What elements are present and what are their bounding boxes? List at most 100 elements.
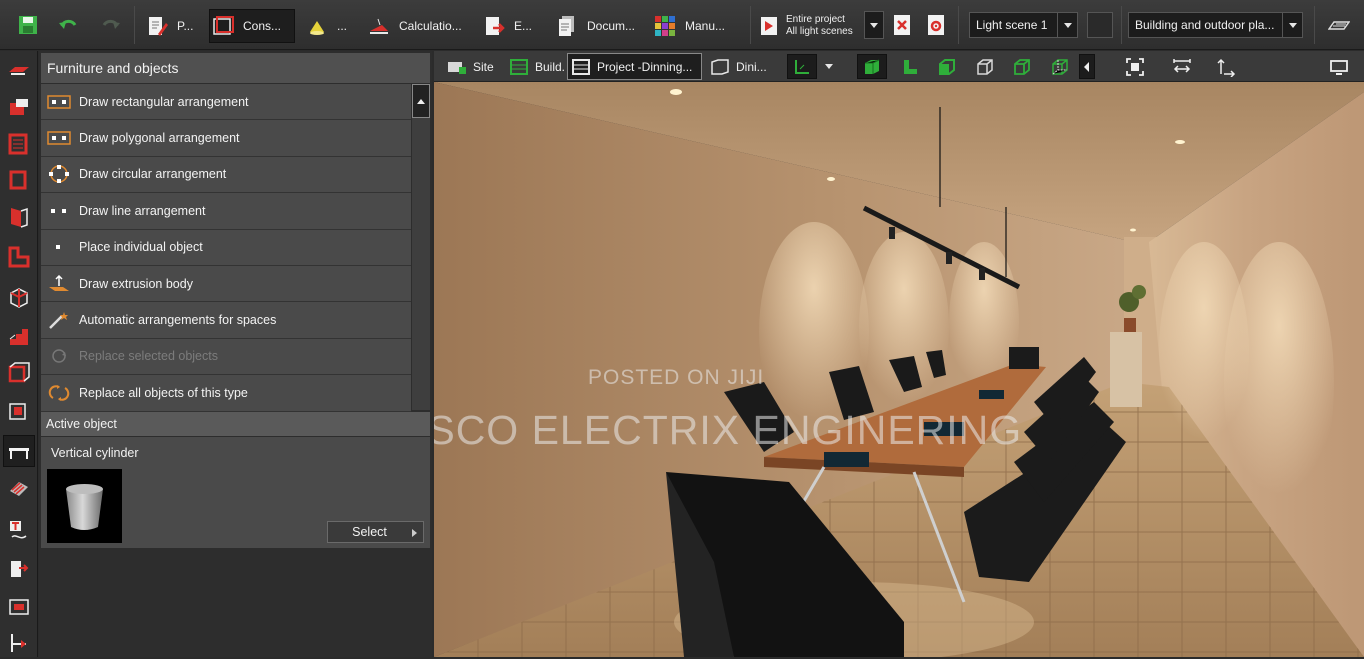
toolbar-construction-button[interactable]: Cons... (209, 9, 295, 43)
menu-place-individual[interactable]: Place individual object (41, 229, 411, 266)
toolbar-project-button[interactable]: P... (144, 9, 204, 43)
tool-ceiling-button[interactable] (3, 164, 35, 196)
toolbar-export-label: E... (514, 19, 533, 33)
tool-insert-button[interactable] (3, 553, 35, 585)
dimension-horizontal-button[interactable] (1167, 54, 1197, 79)
site-icon (448, 61, 466, 74)
zoom-extents-icon (1126, 57, 1144, 76)
tool-measure-button[interactable] (3, 627, 35, 659)
menu-label: Automatic arrangements for spaces (79, 313, 277, 328)
light-scene-value: Light scene 1 (976, 18, 1048, 32)
view-wire-button[interactable] (970, 54, 1000, 79)
menu-draw-line[interactable]: Draw line arrangement (41, 193, 411, 230)
tab-label: Dini... (736, 59, 767, 74)
toolbar-lights-button[interactable]: ... (304, 9, 354, 43)
menu-scrollbar[interactable] (412, 84, 430, 410)
frame-icon (9, 599, 29, 615)
circular-arrangement-icon (49, 165, 69, 184)
view-green-wire-button[interactable] (1007, 54, 1037, 79)
scroll-up-button[interactable] (412, 84, 430, 118)
tool-building-button[interactable] (3, 128, 35, 160)
height-dimension-icon (1217, 58, 1236, 77)
fullscreen-button[interactable] (1324, 54, 1354, 79)
tab-project-dinning[interactable]: Project -Dinning... (567, 53, 702, 80)
view-floor-button[interactable] (895, 54, 925, 79)
polygonal-arrangement-icon (47, 131, 71, 145)
light-scope-dropdown[interactable] (864, 11, 884, 39)
chevron-down-icon (1282, 13, 1302, 37)
tab-label: Build... (535, 59, 566, 74)
axis-view-dropdown[interactable] (819, 54, 839, 79)
toolbar-calculation-button[interactable]: Calculatio... (366, 9, 470, 43)
view-mode-select[interactable]: Building and outdoor pla... (1128, 12, 1303, 38)
room-icon (9, 67, 29, 75)
tool-room-button[interactable] (3, 54, 35, 86)
menu-replace-selected[interactable]: Replace selected objects (41, 338, 411, 376)
view-solid-button[interactable] (857, 54, 887, 79)
tool-floor-button[interactable] (3, 241, 35, 273)
tool-text-button[interactable] (3, 515, 35, 547)
view-mode-value: Building and outdoor pla... (1135, 18, 1275, 32)
active-object-panel: Vertical cylinder Select (41, 437, 430, 548)
menu-replace-all[interactable]: Replace all objects of this type (41, 375, 411, 412)
light-scope-line2: All light scenes (786, 26, 853, 37)
menu-automatic-arrangements[interactable]: Automatic arrangements for spaces (41, 302, 411, 339)
toolbar-separator (1314, 6, 1315, 44)
view-tabs-bar: Site Build... Project -Dinning... Dini..… (434, 51, 1364, 82)
light-scene-select[interactable]: Light scene 1 (969, 12, 1078, 38)
tool-wall-button[interactable] (3, 91, 35, 123)
save-icon[interactable] (17, 14, 39, 36)
tool-door-button[interactable] (3, 201, 35, 233)
redo-icon[interactable] (100, 14, 122, 36)
view-box-button[interactable] (932, 54, 962, 79)
undo-icon[interactable] (57, 14, 79, 36)
solid-cube-icon (865, 59, 880, 74)
rectangular-arrangement-icon (47, 94, 71, 109)
scene-settings-icon[interactable] (925, 14, 947, 36)
furniture-panel: Furniture and objects Draw rectangular a… (39, 51, 432, 657)
menu-label: Draw line arrangement (79, 203, 206, 218)
tool-cut-button[interactable] (3, 394, 35, 426)
tab-building[interactable]: Build... (506, 53, 566, 80)
scene-preview-icon[interactable] (1087, 12, 1113, 38)
delete-scene-icon[interactable] (891, 14, 913, 36)
menu-draw-polygonal[interactable]: Draw polygonal arrangement (41, 120, 411, 157)
menu-draw-circular[interactable]: Draw circular arrangement (41, 156, 411, 194)
toolbar-calculation-label: Calculatio... (399, 19, 462, 33)
menu-label: Replace selected objects (79, 349, 218, 364)
tool-stairs-button[interactable] (3, 321, 35, 353)
floor-icon (8, 246, 30, 268)
dimension-vertical-button[interactable] (1211, 54, 1241, 79)
keyboard-icon[interactable] (1327, 14, 1351, 36)
play-scene-icon (760, 15, 780, 37)
menu-label: Draw circular arrangement (79, 167, 227, 182)
tab-label: Site (473, 59, 494, 74)
toolbar-manufacturer-button[interactable]: Manu... (652, 9, 740, 43)
toolbar-separator (1121, 6, 1122, 44)
zoom-fit-button[interactable] (1120, 54, 1150, 79)
tab-site[interactable]: Site (444, 53, 502, 80)
object-thumbnail (47, 469, 122, 543)
room-plan-icon (711, 58, 729, 75)
tool-furniture-button[interactable] (3, 435, 35, 467)
tool-material-button[interactable] (3, 473, 35, 505)
collapse-view-buttons[interactable] (1079, 54, 1095, 79)
tool-frame-button[interactable] (3, 591, 35, 623)
menu-draw-rectangular[interactable]: Draw rectangular arrangement (41, 84, 411, 121)
active-object-title: Active object (41, 412, 430, 436)
calculation-icon (368, 15, 390, 37)
toolbar-documentation-button[interactable]: Docum... (554, 9, 638, 43)
extrusion-icon (49, 274, 69, 291)
select-object-button[interactable]: Select (327, 521, 424, 543)
view-outline-button[interactable] (1045, 54, 1075, 79)
toolbar-lights-label: ... (337, 19, 348, 33)
tool-box-button[interactable] (3, 357, 35, 389)
toolbar-export-button[interactable]: E... (481, 9, 541, 43)
3d-viewport[interactable]: POSTED ON JIJI SCISCO ELECTRIX ENGINERIN… (434, 82, 1364, 657)
magic-wand-icon (49, 312, 68, 329)
tab-dining-room[interactable]: Dini... (707, 53, 767, 80)
document-pen-icon (146, 15, 168, 37)
axis-view-button[interactable] (787, 54, 817, 79)
tool-cube-button[interactable] (3, 281, 35, 313)
menu-draw-extrusion[interactable]: Draw extrusion body (41, 265, 411, 303)
